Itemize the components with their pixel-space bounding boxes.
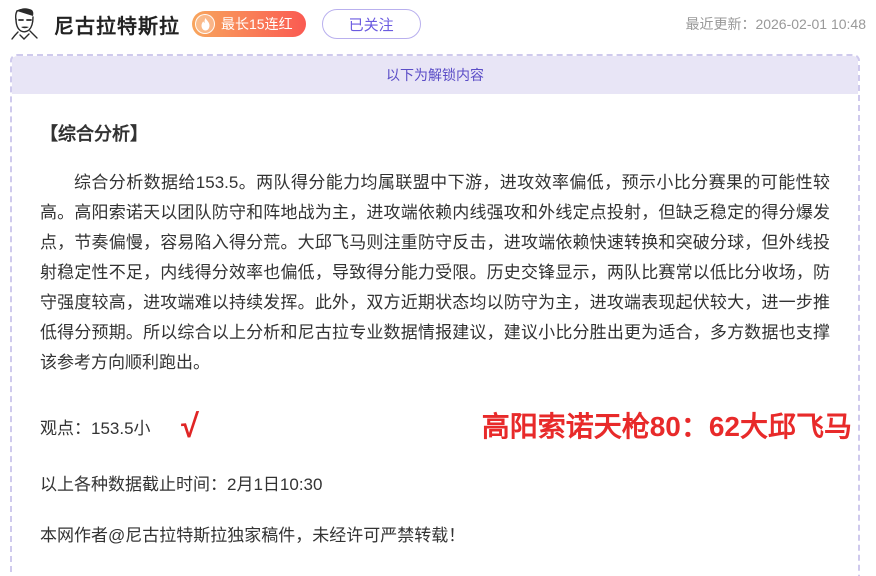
viewpoint-label: 观点：153.5小 bbox=[40, 414, 151, 439]
final-score-stamp: 高阳索诺天枪80：62大邱飞马 bbox=[482, 405, 852, 445]
copyright-line: 本网作者@尼古拉特斯拉独家稿件，未经许可严禁转载！ bbox=[40, 521, 830, 546]
unlock-banner-text: 以下为解锁内容 bbox=[386, 65, 484, 85]
red-checkmark-icon: √ bbox=[180, 409, 199, 442]
author-name: 尼古拉特斯拉 bbox=[54, 10, 180, 39]
analysis-article: 【综合分析】 综合分析数据给153.5。两队得分能力均属联盟中下游，进攻效率偏低… bbox=[12, 94, 858, 576]
analysis-paragraph: 综合分析数据给153.5。两队得分能力均属联盟中下游，进攻效率偏低，预示小比分赛… bbox=[40, 168, 830, 378]
last-update-time: 2026-02-01 10:48 bbox=[755, 16, 866, 32]
tesla-portrait-icon bbox=[5, 5, 43, 43]
flame-icon bbox=[195, 14, 215, 34]
unlocked-content-box: 以下为解锁内容 【综合分析】 综合分析数据给153.5。两队得分能力均属联盟中下… bbox=[10, 54, 860, 576]
follow-button[interactable]: 已关注 bbox=[322, 9, 421, 39]
disclaimer-line: 资讯仅供体育爱好者浏览、参考之用。任何人不得用于非法用途，否则责任自负。 bbox=[40, 572, 830, 576]
unlock-banner: 以下为解锁内容 bbox=[12, 56, 858, 94]
viewpoint-row: 观点：153.5小 √ 高阳索诺天枪80：62大邱飞马 bbox=[40, 408, 830, 444]
author-header: 尼古拉特斯拉 最长15连红 已关注 最近更新：2026-02-01 10:48 bbox=[0, 0, 876, 48]
streak-badge-label: 最长15连红 bbox=[221, 14, 293, 34]
last-update: 最近更新：2026-02-01 10:48 bbox=[685, 14, 866, 34]
streak-badge: 最长15连红 bbox=[192, 11, 306, 37]
section-title: 【综合分析】 bbox=[40, 120, 830, 146]
data-cutoff-line: 以上各种数据截止时间：2月1日10:30 bbox=[40, 470, 830, 495]
author-avatar[interactable] bbox=[4, 4, 44, 44]
last-update-label: 最近更新： bbox=[685, 16, 755, 32]
